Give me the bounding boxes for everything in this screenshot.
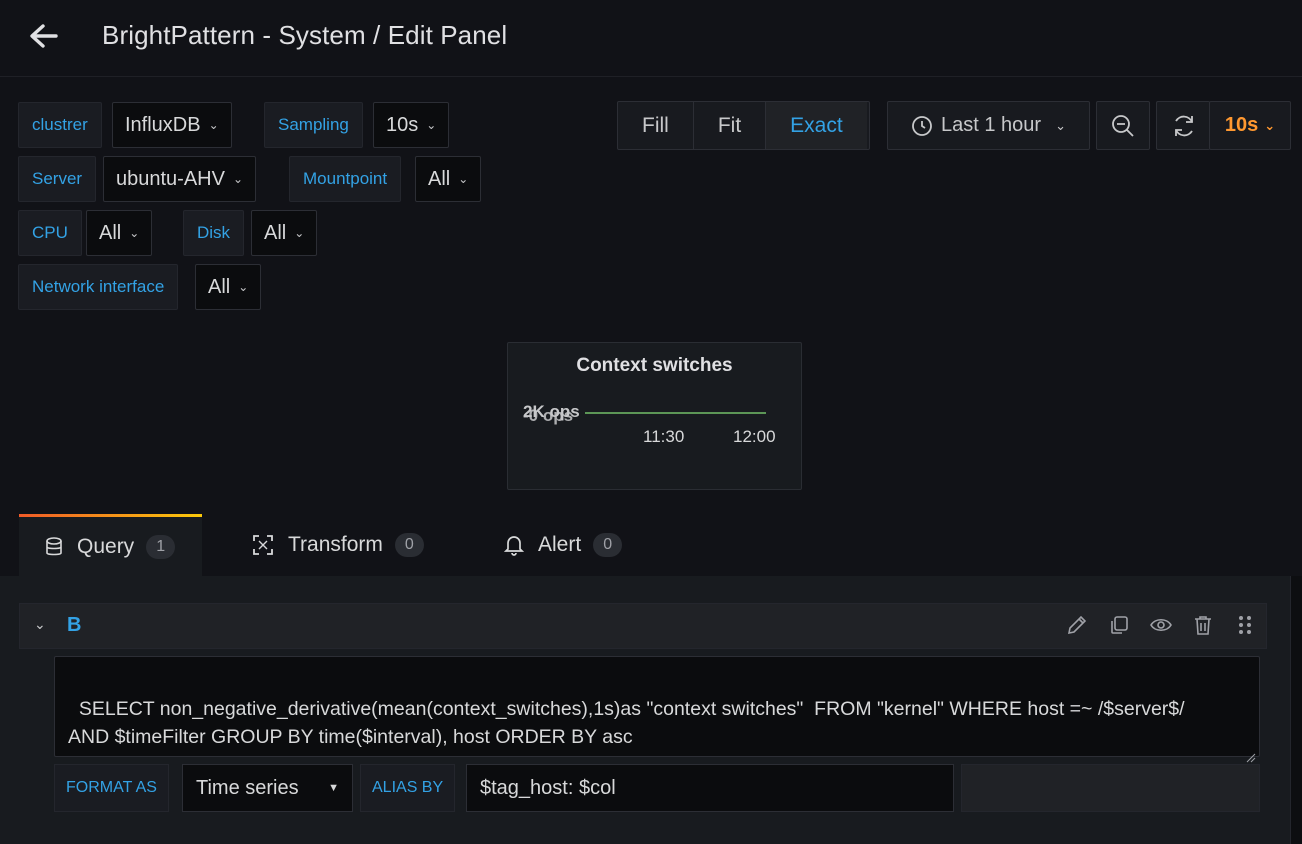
eye-icon[interactable] (1150, 614, 1172, 636)
clock-icon (911, 115, 933, 137)
variable-select-disk[interactable]: All ⌄ (251, 210, 318, 256)
exact-button[interactable]: Exact (766, 102, 867, 149)
back-arrow-icon[interactable] (26, 20, 62, 52)
fill-button[interactable]: Fill (618, 102, 694, 149)
variable-value: All (99, 221, 122, 244)
trash-icon[interactable] (1192, 614, 1214, 636)
panel-preview: Context switches 2K ops -0 ops 11:30 12:… (507, 342, 802, 490)
edit-pencil-icon[interactable] (1066, 614, 1088, 636)
alias-by-input[interactable]: $tag_host: $col (466, 764, 954, 812)
x-axis-tick: 12:00 (733, 427, 776, 446)
zoom-out-button[interactable] (1096, 101, 1150, 150)
tab-query[interactable]: Query 1 (19, 514, 202, 576)
variable-value: All (208, 275, 231, 298)
variable-label-cluster: clustrer (18, 102, 102, 148)
row-filler (961, 764, 1260, 812)
chevron-down-icon: ⌄ (294, 226, 305, 240)
alias-by-label: ALIAS BY (360, 764, 456, 812)
format-as-value: Time series (196, 776, 299, 799)
tab-label: Transform (288, 533, 383, 556)
query-ref-id[interactable]: B (67, 614, 81, 637)
variable-label-mountpoint: Mountpoint (289, 156, 402, 202)
chevron-down-icon: ⌄ (208, 118, 219, 132)
variable-label-sampling: Sampling (264, 102, 363, 148)
refresh-interval-label: 10s (1224, 114, 1259, 136)
drag-handle-icon[interactable] (1234, 614, 1256, 636)
variable-value: All (264, 221, 287, 244)
transform-icon (252, 534, 274, 556)
alias-by-value: $tag_host: $col (480, 776, 616, 799)
variable-value: InfluxDB (125, 113, 201, 136)
time-range-picker[interactable]: Last 1 hour ⌄ (887, 101, 1090, 150)
tab-transform[interactable]: Transform 0 (252, 514, 424, 576)
variable-select-mountpoint[interactable]: All ⌄ (415, 156, 482, 202)
variable-label-cpu: CPU (18, 210, 82, 256)
variable-select-cluster[interactable]: InfluxDB ⌄ (112, 102, 232, 148)
time-range-label: Last 1 hour (941, 114, 1042, 136)
variable-select-sampling[interactable]: 10s ⌄ (373, 102, 450, 148)
variable-value: ubuntu-AHV (116, 167, 225, 190)
query-row-header: ⌄ B (19, 603, 1267, 649)
variable-label-disk: Disk (183, 210, 245, 256)
editor-scrollbar[interactable] (1290, 576, 1302, 844)
variable-select-cpu[interactable]: All ⌄ (86, 210, 153, 256)
tab-count-badge: 0 (394, 533, 424, 557)
editor-tabs: Query 1 Transform 0 Alert 0 (0, 514, 1302, 576)
refresh-interval-picker[interactable]: 10s ⌄ (1209, 101, 1291, 150)
tab-label: Query (77, 534, 135, 558)
variable-label-network-interface: Network interface (18, 264, 179, 310)
tab-label: Alert (538, 533, 582, 556)
duplicate-icon[interactable] (1108, 614, 1130, 636)
display-mode-group: Fill Fit Exact (617, 101, 870, 150)
variable-value: All (428, 167, 451, 190)
x-axis-tick: 11:30 (643, 427, 684, 446)
chevron-down-icon: ⌄ (1055, 117, 1066, 133)
format-as-select[interactable]: Time series ▼ (182, 764, 353, 812)
chevron-down-icon: ⌄ (232, 172, 244, 186)
refresh-icon (1171, 113, 1197, 139)
page-title: BrightPattern - System / Edit Panel (102, 20, 508, 50)
database-icon (45, 536, 63, 557)
variable-label-server: Server (18, 156, 97, 202)
fit-button[interactable]: Fit (694, 102, 767, 149)
resize-handle-icon[interactable] (1246, 743, 1256, 763)
tab-count-badge: 0 (593, 533, 623, 557)
y-axis-label-bottom: -0 ops (523, 406, 573, 425)
zoom-out-icon (1111, 114, 1135, 138)
collapse-chevron-icon[interactable]: ⌄ (34, 616, 46, 633)
query-actions (1066, 614, 1256, 636)
tab-count-badge: 1 (146, 534, 176, 559)
chevron-down-icon: ⌄ (129, 226, 140, 240)
query-textarea[interactable]: SELECT non_negative_derivative(mean(cont… (54, 656, 1260, 763)
refresh-button[interactable] (1156, 101, 1210, 150)
chevron-down-icon: ⌄ (458, 172, 469, 186)
chevron-down-icon: ⌄ (1264, 117, 1276, 133)
chevron-down-icon: ⌄ (426, 118, 437, 132)
variable-value: 10s (386, 113, 419, 136)
caret-down-icon: ▼ (328, 782, 339, 794)
bell-icon (504, 534, 524, 556)
tab-alert[interactable]: Alert 0 (504, 514, 623, 576)
variable-select-network-interface[interactable]: All ⌄ (195, 264, 262, 310)
format-as-label: FORMAT AS (54, 764, 169, 812)
chevron-down-icon: ⌄ (238, 280, 249, 294)
top-bar: BrightPattern - System / Edit Panel (0, 0, 1302, 77)
query-text: SELECT non_negative_derivative(mean(cont… (68, 698, 1185, 748)
panel-graph: 2K ops -0 ops 11:30 12:00 (523, 402, 776, 446)
variable-select-server[interactable]: ubuntu-AHV ⌄ (103, 156, 257, 202)
